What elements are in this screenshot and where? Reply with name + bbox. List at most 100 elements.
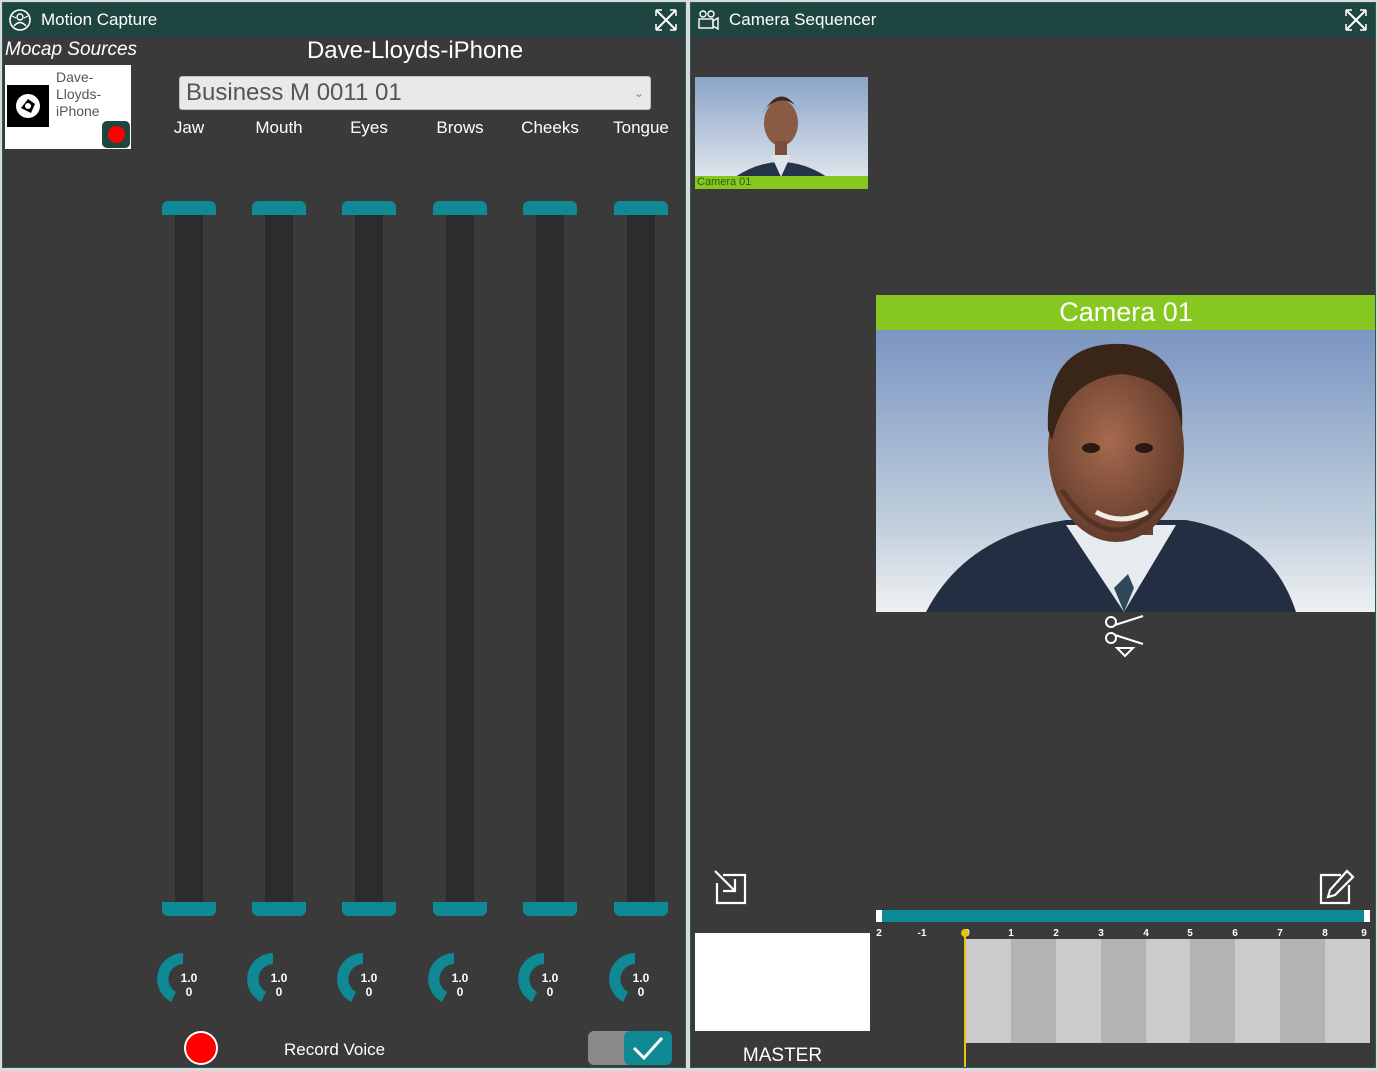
track-segment <box>1235 939 1281 1043</box>
cheeks-dial-max: 1.0 <box>541 971 559 985</box>
tongue-slider-bottom-handle[interactable] <box>614 902 668 916</box>
eyes-dial-min: 0 <box>365 985 373 999</box>
channel-label-cheeks: Cheeks <box>521 118 579 137</box>
camera-thumbnail-label: Camera 01 <box>695 176 868 189</box>
scissors-icon[interactable] <box>1103 612 1147 658</box>
mocap-head-icon <box>7 7 33 33</box>
tick-label: 2 <box>876 928 882 939</box>
cheeks-slider-bottom-handle[interactable] <box>523 902 577 916</box>
mouth-slider-top-handle[interactable] <box>252 201 306 215</box>
camera-sequencer-title: Camera Sequencer <box>729 10 877 29</box>
tongue-slider-track[interactable] <box>627 215 655 902</box>
camera-people-icon <box>695 7 721 33</box>
brows-dial-min: 0 <box>456 985 464 999</box>
channel-label-jaw: Jaw <box>173 118 205 137</box>
close-icon[interactable] <box>1343 7 1369 33</box>
jaw-dial[interactable]: 1.0 0 <box>153 949 213 1009</box>
tick-label: 6 <box>1232 928 1238 939</box>
track-segment <box>1325 939 1371 1043</box>
tongue-dial-min: 0 <box>637 985 645 999</box>
timeline-playhead[interactable] <box>964 931 966 1067</box>
record-voice-toggle[interactable] <box>588 1031 672 1065</box>
mouth-slider-track[interactable] <box>265 215 293 902</box>
jaw-slider-top-handle[interactable] <box>162 201 216 215</box>
export-arrow-icon[interactable] <box>711 869 749 905</box>
eyes-dial[interactable]: 1.0 0 <box>333 949 393 1009</box>
mouth-dial-max: 1.0 <box>270 971 288 985</box>
eyes-dial-max: 1.0 <box>360 971 378 985</box>
track-segment <box>966 939 1011 1043</box>
cheeks-slider-top-handle[interactable] <box>523 201 577 215</box>
channel-label-mouth: Mouth <box>255 118 303 137</box>
track-segment <box>1190 939 1236 1043</box>
brows-slider-bottom-handle[interactable] <box>433 902 487 916</box>
tongue-dial[interactable]: 1.0 0 <box>605 949 665 1009</box>
camera-track[interactable] <box>966 939 1371 1043</box>
checkmark-icon <box>624 1031 672 1065</box>
cheeks-dial-min: 0 <box>546 985 554 999</box>
avatar-select-value: Business M 0011 01 <box>186 79 402 106</box>
tick-label: 1 <box>1008 928 1014 939</box>
eyes-slider-bottom-handle[interactable] <box>342 902 396 916</box>
camera-sequencer-panel: Camera Sequencer Camera 01 Camera 01 MAS… <box>690 2 1376 1068</box>
track-segment <box>1100 939 1146 1043</box>
jaw-dial-max: 1.0 <box>180 971 198 985</box>
tick-label: -1 <box>917 928 927 939</box>
cheeks-dial[interactable]: 1.0 0 <box>514 949 574 1009</box>
motion-capture-title: Motion Capture <box>41 10 158 29</box>
eyes-slider-top-handle[interactable] <box>342 201 396 215</box>
brows-dial[interactable]: 1.0 0 <box>424 949 484 1009</box>
mouth-slider-bottom-handle[interactable] <box>252 902 306 916</box>
tick-label: 3 <box>1098 928 1104 939</box>
timeline-range-end-handle[interactable] <box>1364 910 1370 922</box>
unity-remote-logo-icon <box>7 85 49 127</box>
jaw-slider-bottom-handle[interactable] <box>162 902 216 916</box>
avatar-select[interactable]: Business M 0011 01 ⌄ <box>179 76 651 110</box>
record-button[interactable] <box>184 1031 218 1065</box>
tick-label: 5 <box>1187 928 1193 939</box>
record-dot-icon <box>107 126 125 143</box>
motion-capture-panel: Motion Capture Mocap Sources Dave- Lloyd… <box>2 2 686 1068</box>
tongue-slider-top-handle[interactable] <box>614 201 668 215</box>
jaw-slider-track[interactable] <box>175 215 203 902</box>
mouth-dial-min: 0 <box>275 985 283 999</box>
channel-label-eyes: Eyes <box>350 118 388 137</box>
device-title: Dave-Lloyds-iPhone <box>306 37 524 64</box>
camera-thumbnail[interactable]: Camera 01 <box>695 77 868 189</box>
jaw-dial-min: 0 <box>185 985 193 999</box>
channel-label-tongue: Tongue <box>613 118 669 137</box>
master-label: MASTER <box>742 1045 823 1066</box>
timeline-range-bar[interactable] <box>876 910 1364 922</box>
mouth-dial[interactable]: 1.0 0 <box>243 949 303 1009</box>
tick-label: 7 <box>1277 928 1283 939</box>
brows-dial-max: 1.0 <box>451 971 469 985</box>
timeline-playhead-handle[interactable] <box>961 929 969 937</box>
cheeks-slider-track[interactable] <box>536 215 564 902</box>
motion-capture-titlebar[interactable]: Motion Capture <box>3 3 685 37</box>
camera-sequencer-titlebar[interactable]: Camera Sequencer <box>691 3 1375 37</box>
source-record-button[interactable] <box>102 121 130 148</box>
tick-label: 4 <box>1143 928 1149 939</box>
tick-label: 8 <box>1322 928 1328 939</box>
brows-slider-top-handle[interactable] <box>433 201 487 215</box>
timeline-range-start-handle[interactable] <box>876 910 882 922</box>
track-segment <box>1010 939 1056 1043</box>
mocap-source-name: Dave- Lloyds- iPhone <box>56 69 102 119</box>
eyes-slider-track[interactable] <box>355 215 383 902</box>
brows-slider-track[interactable] <box>446 215 474 902</box>
camera-preview-title: Camera 01 <box>876 295 1375 330</box>
mocap-source-card[interactable]: Dave- Lloyds- iPhone <box>5 65 131 149</box>
master-track-box[interactable] <box>695 933 870 1031</box>
edit-pencil-icon[interactable] <box>1317 869 1355 905</box>
tick-label: 2 <box>1053 928 1059 939</box>
camera-thumbnail-image <box>695 77 868 189</box>
track-segment <box>1055 939 1101 1043</box>
close-icon[interactable] <box>653 7 679 33</box>
track-segment <box>1280 939 1326 1043</box>
tongue-dial-max: 1.0 <box>632 971 650 985</box>
tick-label: 9 <box>1361 928 1367 939</box>
camera-preview-image[interactable] <box>876 330 1375 612</box>
chevron-down-icon: ⌄ <box>633 86 644 100</box>
record-voice-label: Record Voice <box>284 1040 386 1059</box>
track-segment <box>1145 939 1191 1043</box>
